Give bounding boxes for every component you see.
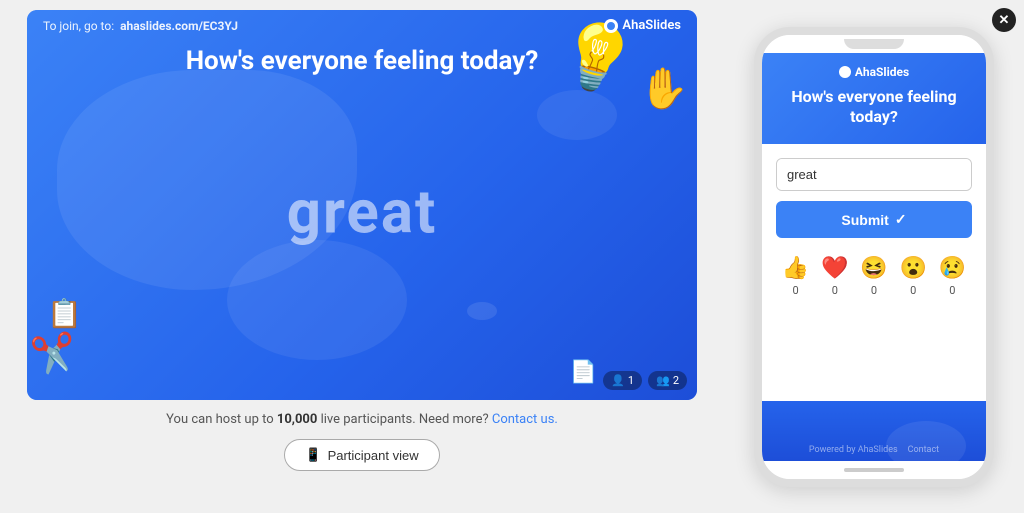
phone-notch <box>844 39 904 49</box>
sad-count: 0 <box>949 284 955 297</box>
slide-topbar: To join, go to: ahaslides.com/EC3YJ AhaS… <box>27 10 697 41</box>
info-text-mid: live participants. Need more? <box>317 412 488 427</box>
left-panel: 💡 ✋ ✂️ 📋 📄 To join, go to: ahaslides.com… <box>0 0 724 513</box>
papers-illustration: 📄 <box>570 360 597 385</box>
hand-left-illustration: ✂️ <box>29 329 80 378</box>
reaction-wow[interactable]: 😮 0 <box>899 256 926 297</box>
thumbsup-emoji: 👍 <box>782 256 809 281</box>
phone-logo-icon <box>839 66 851 78</box>
thumbsup-count: 0 <box>793 284 799 297</box>
phone-submit-button[interactable]: Submit ✓ <box>776 201 972 238</box>
info-bar: You can host up to 10,000 live participa… <box>27 400 697 433</box>
sad-emoji: 😢 <box>939 256 966 281</box>
info-text-before: You can host up to <box>166 412 277 427</box>
laugh-count: 0 <box>871 284 877 297</box>
phone-notch-area <box>762 35 986 53</box>
slide-logo: AhaSlides <box>604 18 681 33</box>
phone-home-bar <box>844 468 904 472</box>
phone-question: How's everyone feeling today? <box>776 87 972 129</box>
slide-badges: 👤 1 👥 2 <box>603 371 687 390</box>
laugh-emoji: 😆 <box>860 256 887 281</box>
participant-limit: 10,000 <box>277 412 318 427</box>
mobile-icon: 📱 <box>305 447 321 463</box>
participant-view-button[interactable]: 📱 Participant view <box>284 439 439 471</box>
phone-input-row: 20 <box>776 158 972 191</box>
phone-answer-input[interactable] <box>777 159 972 190</box>
phone-frame: AhaSlides How's everyone feeling today? … <box>754 27 994 487</box>
right-panel: ✕ AhaSlides How's everyone feeling today… <box>724 0 1024 513</box>
reaction-thumbsup[interactable]: 👍 0 <box>782 256 809 297</box>
reaction-heart[interactable]: ❤️ 0 <box>821 256 848 297</box>
slide-join-url: ahaslides.com/EC3YJ <box>120 19 238 33</box>
heart-emoji: ❤️ <box>821 256 848 281</box>
close-button[interactable]: ✕ <box>992 8 1016 32</box>
slide-container: 💡 ✋ ✂️ 📋 📄 To join, go to: ahaslides.com… <box>27 10 697 400</box>
host-badge: 👤 1 <box>603 371 642 390</box>
contact-us-link[interactable]: Contact us. <box>492 412 558 427</box>
wow-count: 0 <box>910 284 916 297</box>
heart-count: 0 <box>832 284 838 297</box>
phone-white-area: 20 Submit ✓ 👍 0 ❤️ 0 😆 0 <box>762 144 986 400</box>
slide-question: How's everyone feeling today? <box>27 46 697 76</box>
phone-bottom-blue: Powered by AhaSlides Contact <box>762 401 986 461</box>
slide-join-text: To join, go to: ahaslides.com/EC3YJ <box>43 19 238 33</box>
phone-blue-area: AhaSlides How's everyone feeling today? <box>762 53 986 145</box>
participant-badge: 👥 2 <box>648 371 687 390</box>
reaction-laugh[interactable]: 😆 0 <box>860 256 887 297</box>
reaction-sad[interactable]: 😢 0 <box>939 256 966 297</box>
ahaslides-logo-icon <box>604 19 618 33</box>
blob-decor-4 <box>467 302 497 320</box>
participant-icon: 👥 <box>656 374 670 387</box>
wow-emoji: 😮 <box>899 256 926 281</box>
phone-logo: AhaSlides <box>776 65 972 79</box>
phone-bottom-blob <box>886 421 966 461</box>
slide-word: great <box>287 177 438 248</box>
blob-decor-2 <box>227 240 407 360</box>
host-icon: 👤 <box>611 374 625 387</box>
slide-inner: 💡 ✋ ✂️ 📋 📄 To join, go to: ahaslides.com… <box>27 10 697 400</box>
notes-illustration: 📋 <box>47 297 82 330</box>
phone-powered-bar: Powered by AhaSlides Contact <box>809 445 939 455</box>
phone-home-area <box>762 461 986 479</box>
checkmark-icon: ✓ <box>895 211 907 228</box>
phone-reactions: 👍 0 ❤️ 0 😆 0 😮 0 😢 0 <box>776 248 972 305</box>
